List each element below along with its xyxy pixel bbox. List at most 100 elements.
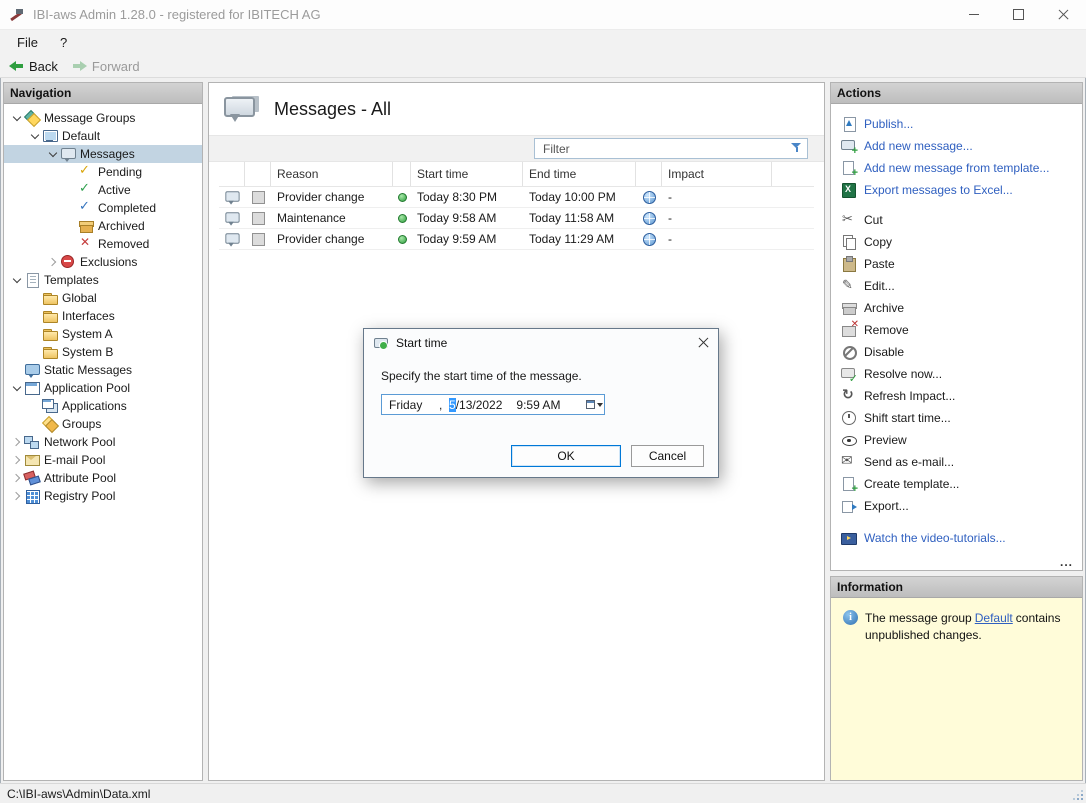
calendar-icon [586, 400, 595, 409]
tree-item-archived[interactable]: Archived [4, 217, 202, 235]
chevron-down-icon[interactable] [46, 147, 60, 161]
tree-item-active[interactable]: Active [4, 181, 202, 199]
info-icon [843, 610, 858, 625]
table-row[interactable]: Provider change Today 9:59 AM Today 11:2… [219, 229, 814, 250]
tree-item-attribute-pool[interactable]: Attribute Pool [4, 469, 202, 487]
chevron-right-icon[interactable] [10, 471, 24, 485]
filter-input[interactable] [534, 138, 808, 159]
chevron-down-icon[interactable] [10, 111, 24, 125]
tree-item-label: System B [62, 345, 113, 359]
tree-item-network-pool[interactable]: Network Pool [4, 433, 202, 451]
datetime-picker[interactable]: Friday , 5 /13/2022 9:59 AM [381, 394, 605, 415]
column-header-start-time[interactable]: Start time [411, 162, 523, 186]
tree-item-system-a[interactable]: System A [4, 325, 202, 343]
statusbar: C:\IBI-aws\Admin\Data.xml [0, 783, 1086, 803]
action-copy[interactable]: Copy [841, 231, 1082, 253]
tree-item-label: Templates [44, 273, 99, 287]
row-checkbox[interactable] [252, 191, 265, 204]
action-refresh-impact[interactable]: Refresh Impact... [841, 385, 1082, 407]
tree-item-groups[interactable]: Groups [4, 415, 202, 433]
action-disable[interactable]: Disable [841, 341, 1082, 363]
message-groups-icon [24, 110, 40, 126]
chevron-right-icon[interactable] [10, 489, 24, 503]
action-shift-start-time[interactable]: Shift start time... [841, 407, 1082, 429]
back-button[interactable]: Back [9, 59, 58, 74]
chevron-down-icon[interactable] [28, 129, 42, 143]
tree-item-removed[interactable]: Removed [4, 235, 202, 253]
action-add-new-message-from-template[interactable]: Add new message from template... [841, 157, 1082, 179]
maximize-button[interactable] [996, 0, 1041, 29]
column-header-reason[interactable]: Reason [271, 162, 393, 186]
tree-item-email-pool[interactable]: E-mail Pool [4, 451, 202, 469]
action-create-template[interactable]: Create template... [841, 473, 1082, 495]
impact-globe-icon [643, 212, 656, 225]
action-export-messages-to-excel[interactable]: Export messages to Excel... [841, 179, 1082, 201]
row-cell [219, 229, 245, 249]
column-header-impact[interactable]: Impact [662, 162, 772, 186]
forward-button[interactable]: Forward [72, 59, 140, 74]
chevron-down-icon[interactable] [10, 273, 24, 287]
chevron-right-icon[interactable] [10, 453, 24, 467]
action-export[interactable]: Export... [841, 495, 1082, 517]
action-add-new-message[interactable]: Add new message... [841, 135, 1082, 157]
row-checkbox[interactable] [252, 233, 265, 246]
menubar: File ? [0, 30, 1086, 55]
tree-item-message-groups[interactable]: Message Groups [4, 109, 202, 127]
month-segment-selected[interactable]: 5 [449, 398, 456, 412]
default-group-link[interactable]: Default [975, 611, 1013, 625]
date-segment[interactable]: /13/2022 [456, 398, 503, 412]
action-edit[interactable]: Edit... [841, 275, 1082, 297]
menu-file[interactable]: File [8, 32, 47, 53]
resolve-icon [841, 366, 857, 382]
preview-eye-icon [841, 432, 857, 448]
forward-arrow-icon [72, 60, 87, 72]
chevron-down-icon[interactable] [10, 381, 24, 395]
cancel-button[interactable]: Cancel [631, 445, 704, 467]
action-paste[interactable]: Paste [841, 253, 1082, 275]
menu-help[interactable]: ? [51, 32, 76, 53]
table-row[interactable]: Provider change Today 8:30 PM Today 10:0… [219, 187, 814, 208]
dialog-close-button[interactable] [688, 329, 718, 356]
action-archive[interactable]: Archive [841, 297, 1082, 319]
chevron-right-icon[interactable] [10, 435, 24, 449]
start-time-dialog: Start time Specify the start time of the… [363, 328, 719, 478]
tree-item-pending[interactable]: Pending [4, 163, 202, 181]
day-segment[interactable]: Friday [389, 398, 439, 412]
tree-item-system-b[interactable]: System B [4, 343, 202, 361]
tree-item-application-pool[interactable]: Application Pool [4, 379, 202, 397]
archive-icon [841, 300, 857, 316]
action-cut[interactable]: Cut [841, 209, 1082, 231]
tree-item-registry-pool[interactable]: Registry Pool [4, 487, 202, 505]
ok-button[interactable]: OK [511, 445, 621, 467]
action-watch-video-tutorials[interactable]: Watch the video-tutorials... [841, 527, 1082, 549]
registry-pool-icon [24, 488, 40, 504]
table-row[interactable]: Maintenance Today 9:58 AM Today 11:58 AM… [219, 208, 814, 229]
tree-item-templates[interactable]: Templates [4, 271, 202, 289]
action-publish[interactable]: Publish... [841, 113, 1082, 135]
message-group-icon [42, 128, 58, 144]
chevron-right-icon[interactable] [46, 255, 60, 269]
status-dot-icon [398, 214, 407, 223]
status-dot-icon [398, 193, 407, 202]
tree-item-static-messages[interactable]: Static Messages [4, 361, 202, 379]
column-header-end-time[interactable]: End time [523, 162, 636, 186]
impact-globe-icon [643, 233, 656, 246]
action-send-as-email[interactable]: Send as e-mail... [841, 451, 1082, 473]
action-resolve-now[interactable]: Resolve now... [841, 363, 1082, 385]
tree-item-messages[interactable]: Messages [4, 145, 202, 163]
close-button[interactable] [1041, 0, 1086, 29]
calendar-dropdown-button[interactable] [584, 395, 604, 414]
resize-grip-icon[interactable] [1071, 788, 1084, 801]
tree-item-applications[interactable]: Applications [4, 397, 202, 415]
time-segment[interactable]: 9:59 AM [516, 398, 560, 412]
tree-item-exclusions[interactable]: Exclusions [4, 253, 202, 271]
tree-item-default[interactable]: Default [4, 127, 202, 145]
row-checkbox[interactable] [252, 212, 265, 225]
tree-item-global[interactable]: Global [4, 289, 202, 307]
action-remove[interactable]: Remove [841, 319, 1082, 341]
actions-overflow[interactable]: ... [1060, 555, 1073, 569]
tree-item-interfaces[interactable]: Interfaces [4, 307, 202, 325]
action-preview[interactable]: Preview [841, 429, 1082, 451]
minimize-button[interactable] [951, 0, 996, 29]
tree-item-completed[interactable]: Completed [4, 199, 202, 217]
